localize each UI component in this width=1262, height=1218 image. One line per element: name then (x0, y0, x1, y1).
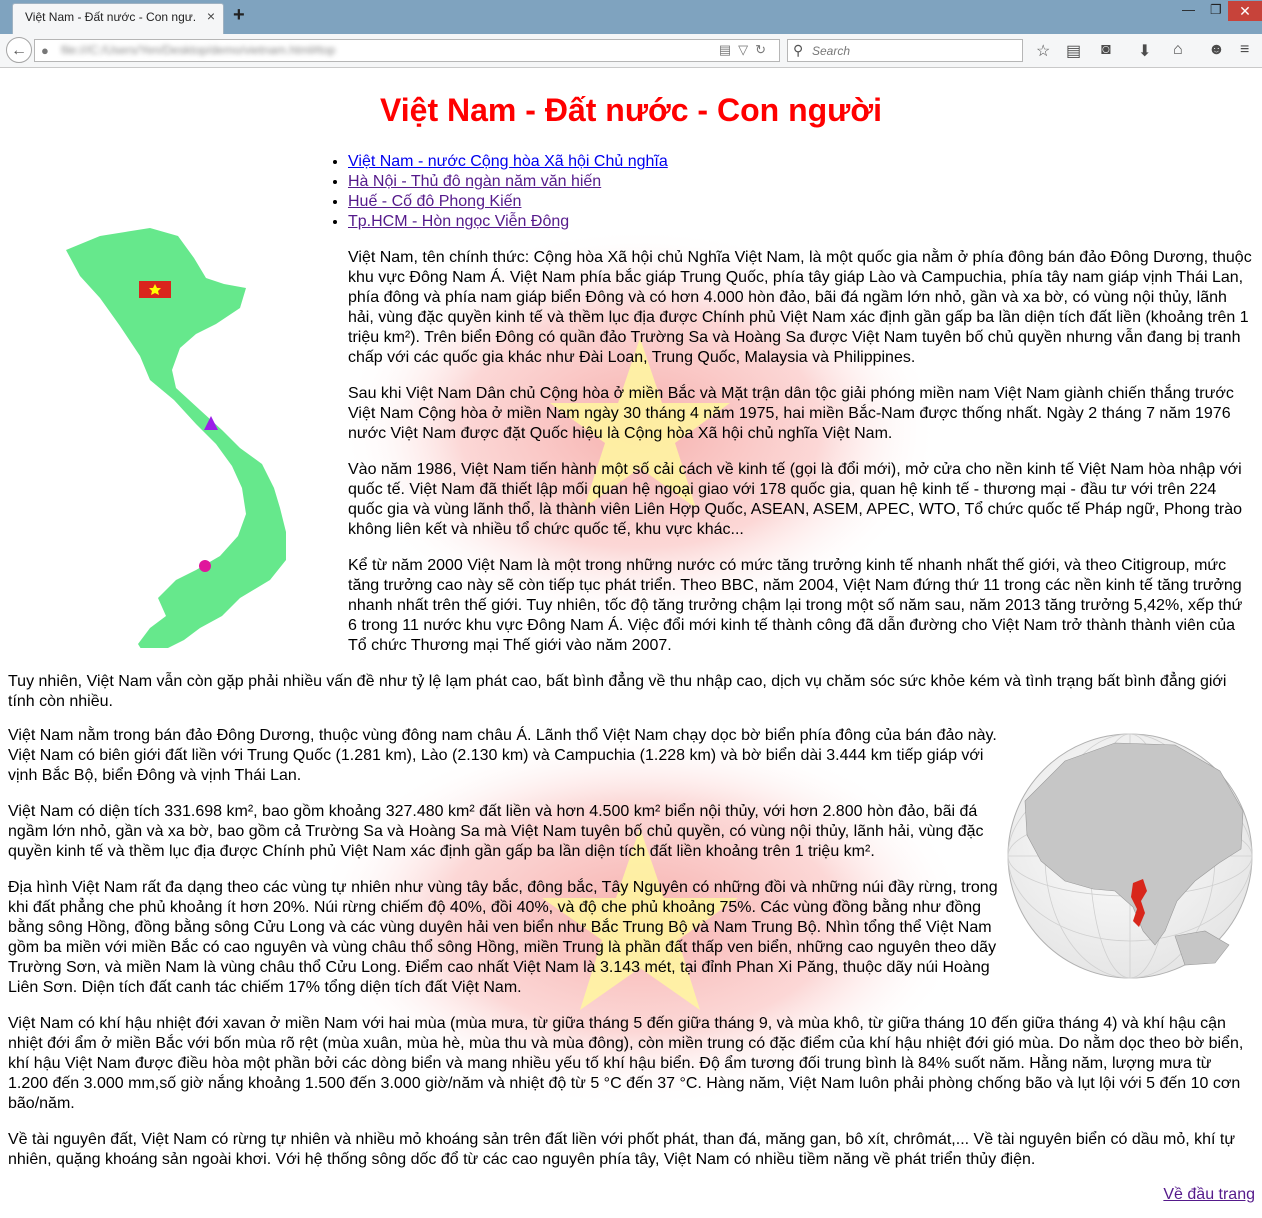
paragraph-area: Việt Nam có diện tích 331.698 km², bao g… (8, 803, 984, 860)
topic-item: Việt Nam - nước Cộng hòa Xã hội Chủ nghĩ… (348, 152, 668, 172)
tab-bar: Việt Nam - Đất nước - Con ngư... × + — ❐… (0, 0, 1262, 34)
paragraph-challenges: Tuy nhiên, Việt Nam vẫn còn gặp phải nhi… (8, 673, 1227, 710)
topic-item: Hà Nội - Thủ đô ngàn năm văn hiến (348, 172, 668, 192)
globe-icon: ● (41, 43, 49, 58)
paragraph-intro: Việt Nam, tên chính thức: Cộng hòa Xã hộ… (348, 249, 1252, 366)
bookmarks-list-icon[interactable]: ▤ (1066, 41, 1081, 61)
topic-link-hcm[interactable]: Tp.HCM - Hòn ngọc Viễn Đông (348, 213, 569, 230)
topic-list: Việt Nam - nước Cộng hòa Xã hội Chủ nghĩ… (330, 152, 668, 232)
close-window-button[interactable]: ✕ (1228, 1, 1262, 21)
hcm-marker-icon (199, 560, 211, 572)
paragraph-resources: Về tài nguyên đất, Việt Nam có rừng tự n… (8, 1131, 1236, 1168)
new-tab-button[interactable]: + (233, 4, 245, 27)
vietnam-map (66, 228, 286, 648)
reader-view-icon[interactable]: ▤▽↻ (719, 42, 773, 58)
paragraph-location: Việt Nam nằm trong bán đảo Đông Dương, t… (8, 727, 997, 784)
bookmark-star-icon[interactable]: ☆ (1036, 41, 1050, 61)
paragraph-doi-moi: Vào năm 1986, Việt Nam tiến hành một số … (348, 461, 1243, 538)
chat-icon[interactable]: ☻ (1208, 41, 1225, 59)
navigation-toolbar: ← ● file:///C:/Users/Yen/Desktop/demo/vi… (0, 34, 1262, 68)
paragraph-terrain: Địa hình Việt Nam rất đa dạng theo các v… (8, 879, 998, 996)
url-bar[interactable]: ● file:///C:/Users/Yen/Desktop/demo/viet… (34, 39, 780, 62)
paragraph-growth: Kể từ năm 2000 Việt Nam là một trong nhữ… (348, 557, 1243, 654)
map-land (66, 228, 286, 648)
topic-link-ha-noi[interactable]: Hà Nội - Thủ đô ngàn năm văn hiến (348, 173, 601, 190)
topic-link-viet-nam[interactable]: Việt Nam - nước Cộng hòa Xã hội Chủ nghĩ… (348, 153, 668, 170)
pocket-icon[interactable]: ◙ (1101, 41, 1111, 59)
menu-icon[interactable]: ≡ (1240, 41, 1249, 59)
maximize-button[interactable]: ❐ (1210, 2, 1222, 18)
search-icon: ⚲ (793, 42, 804, 58)
paragraph-history: Sau khi Việt Nam Dân chủ Cộng hòa ở miền… (348, 385, 1234, 442)
home-icon[interactable]: ⌂ (1173, 41, 1183, 59)
download-icon[interactable]: ⬇ (1138, 41, 1151, 61)
tab-title: Việt Nam - Đất nước - Con ngư... (25, 10, 197, 24)
tab-active[interactable]: Việt Nam - Đất nước - Con ngư... × (12, 3, 224, 34)
page-content: Việt Nam - Đất nước - Con người Việt Nam… (0, 68, 1262, 1218)
topic-item: Huế - Cố đô Phong Kiến (348, 192, 668, 212)
paragraph-climate: Việt Nam có khí hậu nhiệt đới xavan ở mi… (8, 1015, 1244, 1112)
minimize-button[interactable]: — (1182, 2, 1195, 17)
topic-item: Tp.HCM - Hòn ngọc Viễn Đông (348, 212, 668, 232)
back-to-top-link[interactable]: Về đầu trang (1163, 1186, 1255, 1204)
url-text: file:///C:/Users/Yen/Desktop/demo/vietna… (61, 43, 336, 57)
page-title: Việt Nam - Đất nước - Con người (380, 92, 882, 128)
search-box[interactable]: ⚲ Search (787, 39, 1023, 62)
tab-close-icon[interactable]: × (207, 8, 215, 24)
topic-link-hue[interactable]: Huế - Cố đô Phong Kiến (348, 193, 521, 210)
globe-image (1007, 733, 1253, 979)
search-placeholder: Search (812, 44, 851, 58)
back-button[interactable]: ← (6, 37, 32, 63)
